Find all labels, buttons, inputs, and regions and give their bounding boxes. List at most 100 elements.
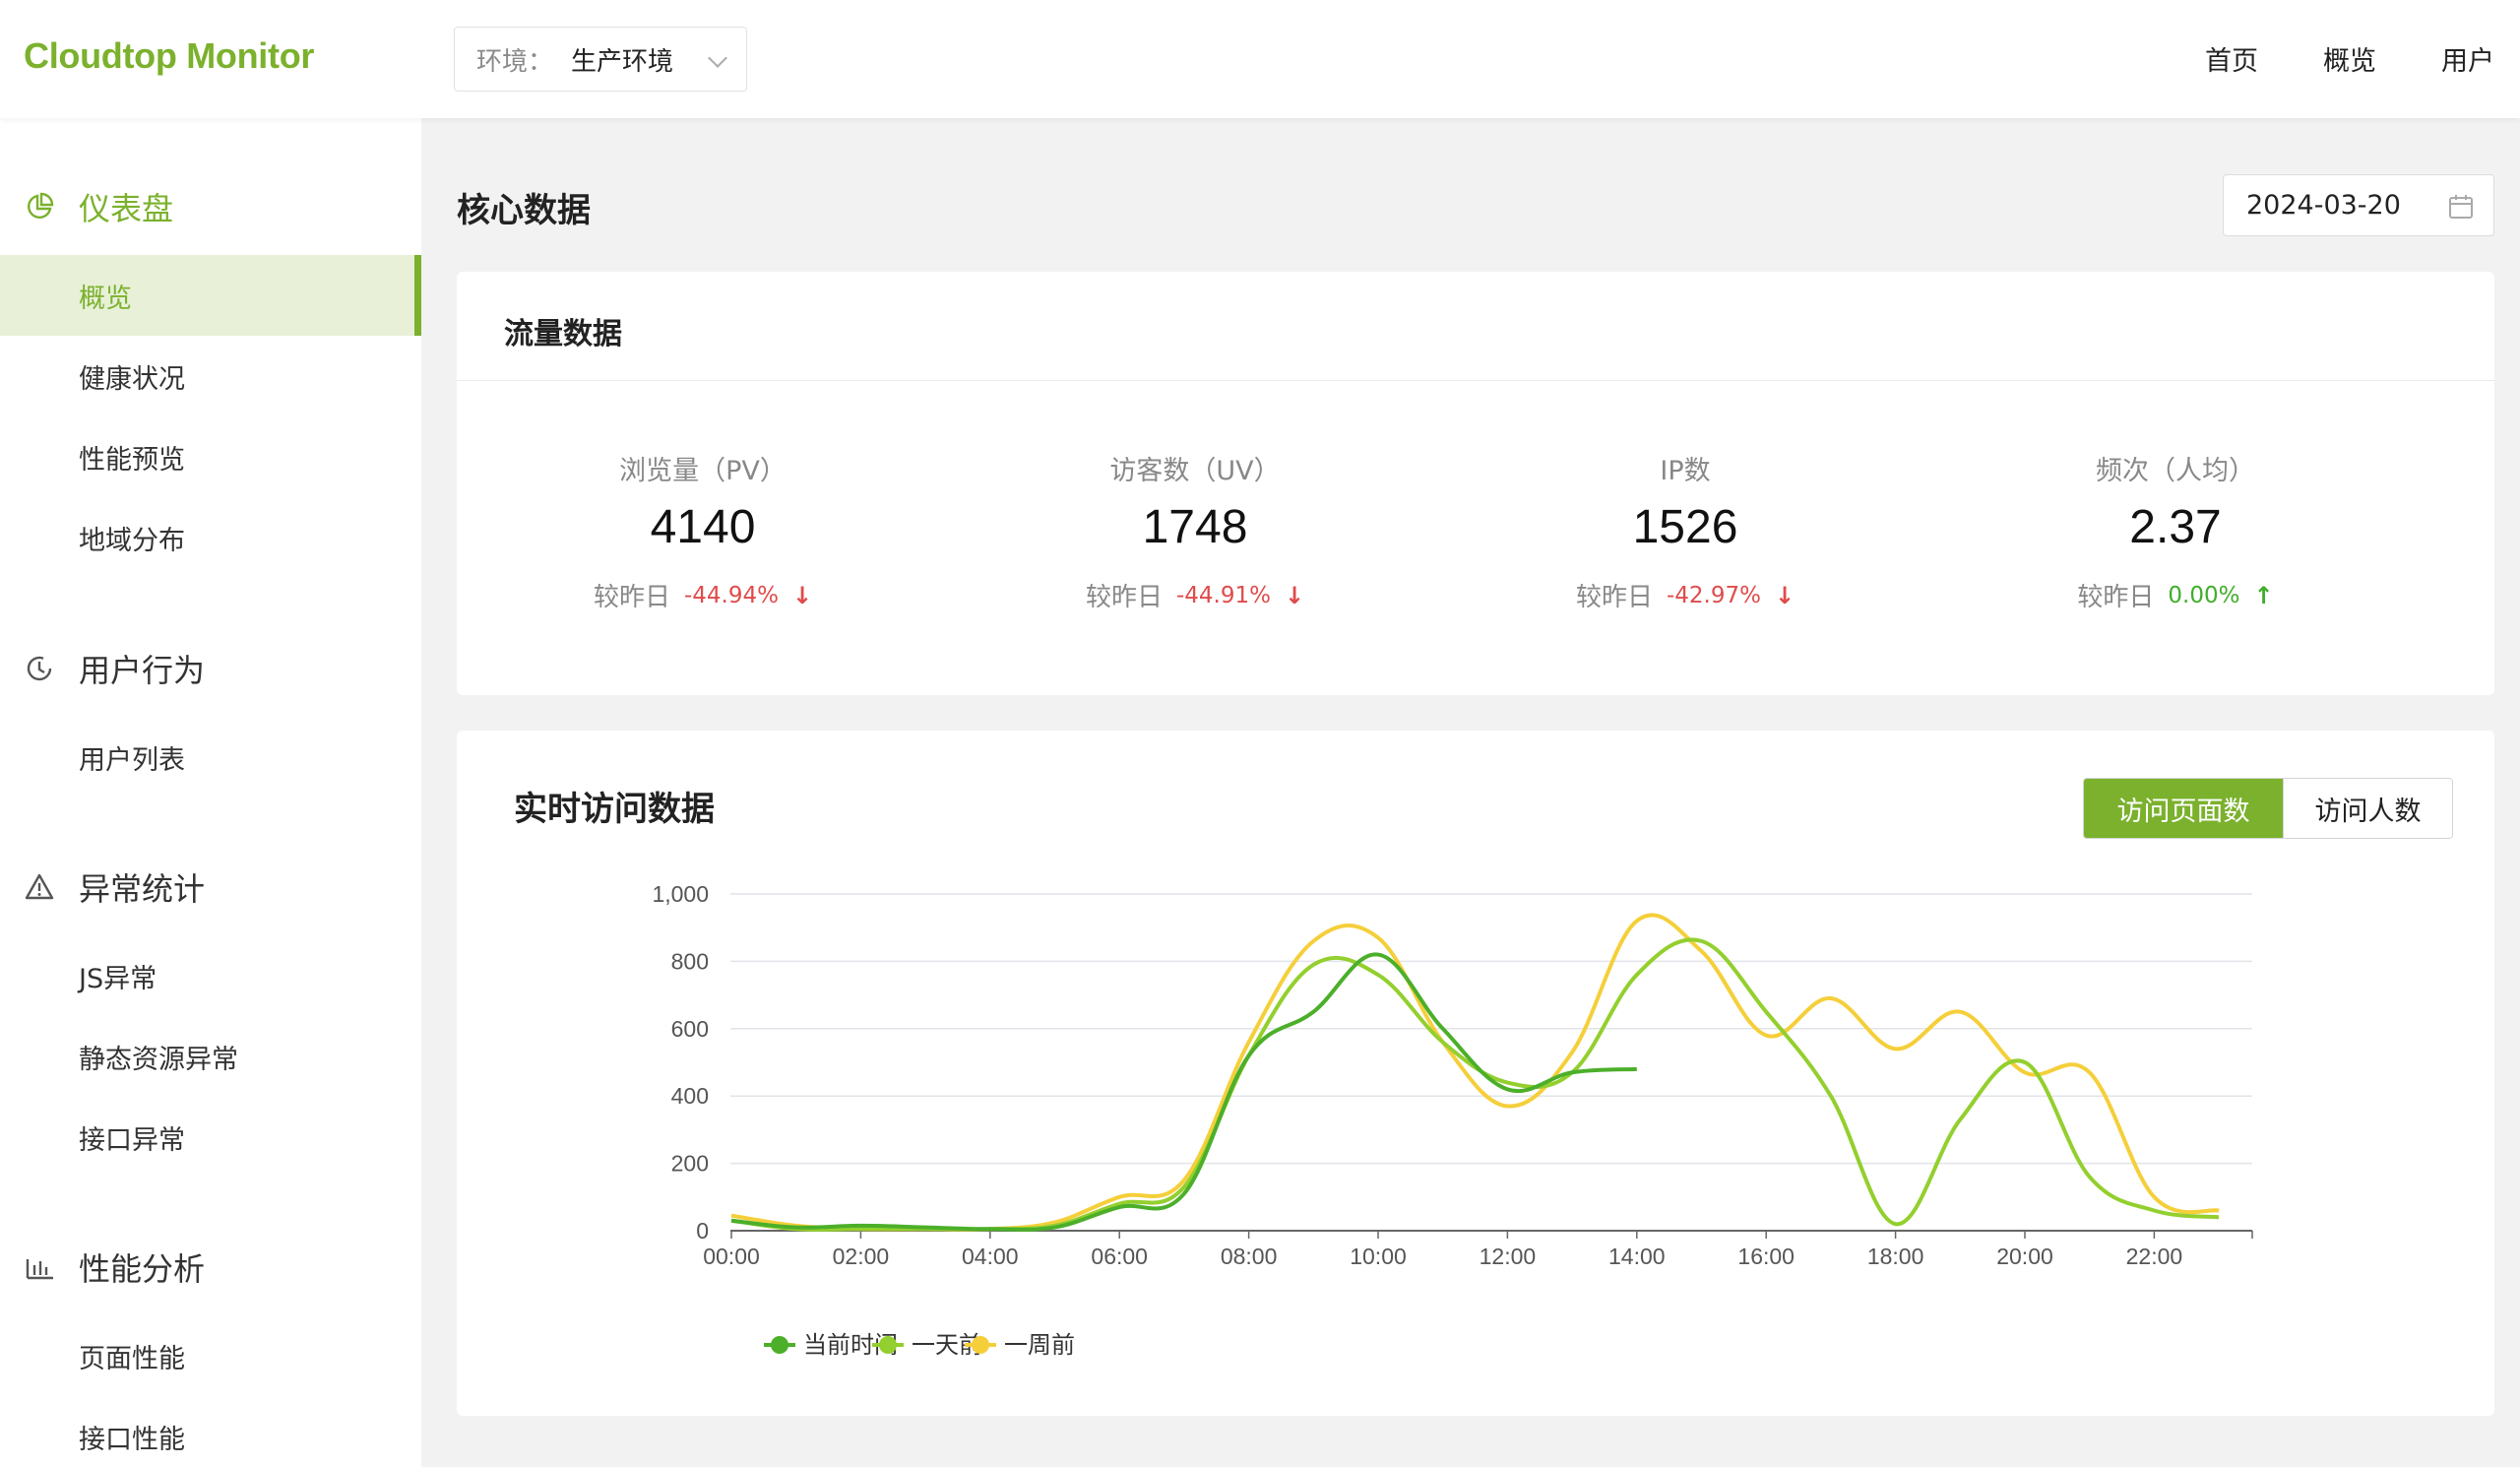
compare-label: 较昨日: [1085, 583, 1163, 612]
y-tick-label: 600: [671, 1016, 709, 1042]
change-percent: -42.97%: [1666, 582, 1761, 608]
sidebar-group-dashboard[interactable]: 仪表盘: [0, 177, 421, 236]
compare-label: 较昨日: [1575, 583, 1653, 612]
sidebar-item-label: JS异常: [79, 963, 158, 994]
chevron-down-icon: [708, 48, 727, 68]
legend-label: 一周前: [1004, 1331, 1075, 1359]
y-tick-label: 800: [671, 948, 709, 974]
sidebar-group-exceptions[interactable]: 异常统计: [0, 858, 421, 917]
x-tick-label: 02:00: [833, 1244, 890, 1269]
x-tick-label: 08:00: [1221, 1244, 1278, 1269]
sidebar-item-label: 静态资源异常: [79, 1044, 238, 1075]
stat-label: 频次（人均）: [2096, 456, 2255, 486]
legend-marker: [972, 1336, 989, 1354]
compare-label: 较昨日: [593, 583, 670, 612]
sidebar-item-label: 健康状况: [79, 363, 185, 395]
arrow-down-icon: ↓: [1284, 581, 1305, 609]
stat-value: 1748: [1142, 501, 1248, 553]
stat-value: 1526: [1632, 501, 1738, 553]
x-tick-label: 06:00: [1091, 1244, 1148, 1269]
y-tick-label: 0: [696, 1218, 709, 1244]
sidebar-group-label: 异常统计: [79, 870, 206, 908]
x-tick-label: 12:00: [1480, 1244, 1537, 1269]
stat-label: IP数: [1660, 456, 1711, 486]
stat-compare: 较昨日 -42.97% ↓: [1439, 577, 1931, 613]
card-divider: [457, 380, 2494, 381]
warning-icon: [24, 871, 55, 903]
sidebar: 仪表盘 概览 健康状况 性能预览 地域分布 用户行为 用户列表 异常统计 JS异…: [0, 118, 421, 1467]
clock-icon: [24, 653, 55, 684]
arrow-up-icon: ↑: [2253, 581, 2274, 609]
compare-label: 较昨日: [2077, 583, 2155, 612]
change-percent: 0.00%: [2168, 582, 2240, 608]
sidebar-item-label: 页面性能: [79, 1343, 185, 1374]
legend-marker: [771, 1336, 788, 1354]
change-percent: -44.94%: [683, 582, 779, 608]
legend-marker: [879, 1336, 897, 1354]
sidebar-item-api-performance[interactable]: 接口性能: [0, 1396, 421, 1467]
stat-value: 2.37: [2129, 501, 2222, 553]
sidebar-item-performance-preview[interactable]: 性能预览: [0, 416, 421, 497]
realtime-card: 实时访问数据 访问页面数 访问人数 0 200 400 600 800 1,000 00:0…: [457, 731, 2494, 1416]
sidebar-item-user-list[interactable]: 用户列表: [0, 717, 421, 797]
sidebar-item-resource-errors[interactable]: 静态资源异常: [0, 1016, 421, 1097]
sidebar-item-label: 接口性能: [79, 1424, 185, 1455]
y-tick-label: 200: [671, 1151, 709, 1177]
sidebar-group-user-behavior[interactable]: 用户行为: [0, 639, 421, 698]
sidebar-group-label: 性能分析: [79, 1250, 206, 1288]
sidebar-item-region[interactable]: 地域分布: [0, 497, 421, 578]
x-tick-label: 20:00: [1996, 1244, 2053, 1269]
pie-chart-icon: [24, 191, 55, 223]
environment-label: 环境：: [476, 46, 554, 77]
stat-label: 访客数（UV）: [1109, 456, 1281, 486]
calendar-icon: [2448, 194, 2474, 226]
nav-overview[interactable]: 概览: [2323, 39, 2376, 78]
environment-select[interactable]: 环境： 生产环境: [454, 27, 747, 92]
sidebar-item-label: 接口异常: [79, 1124, 185, 1156]
stat-compare: 较昨日 -44.94% ↓: [457, 577, 949, 613]
sidebar-item-label: 用户列表: [79, 744, 185, 776]
app-logo[interactable]: Cloudtop Monitor: [24, 35, 314, 77]
sidebar-item-label: 地域分布: [79, 525, 185, 556]
realtime-line-chart: 0 200 400 600 800 1,000 00:00 02:00 04:00 06:00 08…: [652, 881, 2253, 1359]
stat-uv: 访客数（UV） 1748 较昨日 -44.91% ↓: [949, 449, 1441, 613]
x-tick-label: 10:00: [1350, 1244, 1407, 1269]
sidebar-item-overview[interactable]: 概览: [0, 255, 421, 336]
nav-home[interactable]: 首页: [2205, 39, 2258, 78]
top-header: Cloudtop Monitor 环境： 生产环境 首页 概览 用户: [0, 0, 2520, 118]
top-nav: 首页 概览 用户: [2205, 39, 2494, 78]
x-tick-label: 16:00: [1737, 1244, 1795, 1269]
stat-compare: 较昨日 -44.91% ↓: [949, 577, 1441, 613]
x-tick-label: 14:00: [1608, 1244, 1666, 1269]
date-value: 2024-03-20: [2246, 190, 2401, 221]
sidebar-item-label: 概览: [79, 283, 132, 314]
traffic-card-title: 流量数据: [504, 317, 622, 351]
x-tick-label: 18:00: [1867, 1244, 1924, 1269]
stat-frequency: 频次（人均） 2.37 较昨日 0.00% ↑: [1929, 449, 2422, 613]
sidebar-item-api-errors[interactable]: 接口异常: [0, 1097, 421, 1178]
stat-label: 浏览量（PV）: [619, 456, 787, 486]
bar-chart-icon: [24, 1251, 55, 1283]
date-picker[interactable]: 2024-03-20: [2223, 174, 2494, 236]
sidebar-item-label: 性能预览: [79, 444, 185, 476]
stat-pv: 浏览量（PV） 4140 较昨日 -44.94% ↓: [457, 449, 949, 613]
stat-value: 4140: [650, 501, 756, 553]
change-percent: -44.91%: [1175, 582, 1271, 608]
stat-ip: IP数 1526 较昨日 -42.97% ↓: [1439, 449, 1931, 613]
sidebar-item-health[interactable]: 健康状况: [0, 336, 421, 416]
y-tick-label: 1,000: [652, 881, 709, 907]
arrow-down-icon: ↓: [1774, 581, 1796, 609]
environment-value: 生产环境: [571, 46, 674, 77]
x-tick-label: 22:00: [2126, 1244, 2183, 1269]
arrow-down-icon: ↓: [791, 581, 813, 609]
traffic-card: 流量数据 浏览量（PV） 4140 较昨日 -44.94% ↓ 访客数（UV） …: [457, 272, 2494, 695]
x-tick-label: 00:00: [703, 1244, 760, 1269]
sidebar-group-label: 仪表盘: [79, 190, 174, 227]
sidebar-group-performance[interactable]: 性能分析: [0, 1238, 421, 1297]
y-tick-label: 400: [671, 1083, 709, 1109]
sidebar-item-page-performance[interactable]: 页面性能: [0, 1315, 421, 1396]
page-title: 核心数据: [457, 191, 591, 230]
stat-compare: 较昨日 0.00% ↑: [1929, 577, 2422, 613]
nav-users[interactable]: 用户: [2441, 39, 2494, 78]
sidebar-item-js-errors[interactable]: JS异常: [0, 935, 421, 1016]
